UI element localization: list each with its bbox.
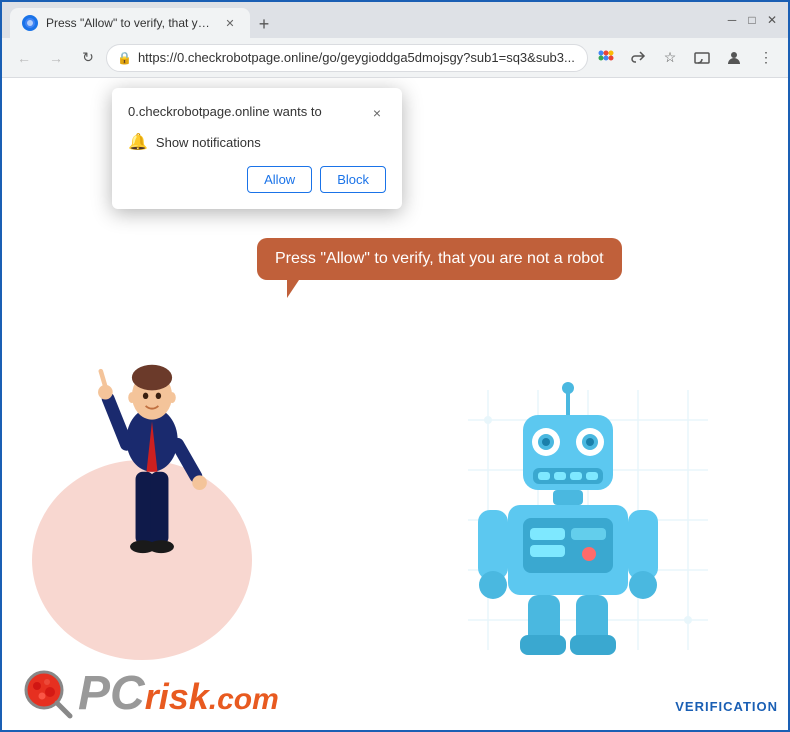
- tab-strip: Press "Allow" to verify, that you a... ✕…: [10, 2, 712, 38]
- tab-close-button[interactable]: ✕: [222, 15, 238, 31]
- speech-bubble: Press "Allow" to verify, that you are no…: [257, 238, 622, 280]
- back-button[interactable]: ←: [10, 44, 38, 72]
- browser-window: Press "Allow" to verify, that you a... ✕…: [2, 2, 788, 730]
- url-text: https://0.checkrobotpage.online/go/geygi…: [138, 50, 577, 65]
- refresh-button[interactable]: ↻: [74, 44, 102, 72]
- close-window-button[interactable]: ✕: [764, 12, 780, 28]
- verification-badge: VERIFICATION: [675, 699, 778, 714]
- menu-icon[interactable]: ⋮: [752, 44, 780, 72]
- new-tab-button[interactable]: +: [250, 10, 278, 38]
- bookmark-icon[interactable]: ☆: [656, 44, 684, 72]
- popup-close-button[interactable]: ×: [368, 104, 386, 122]
- pcrisk-logo-text: PCrisk.com: [78, 670, 279, 718]
- speech-text: Press "Allow" to verify, that you are no…: [275, 250, 604, 267]
- active-tab[interactable]: Press "Allow" to verify, that you a... ✕: [10, 8, 250, 38]
- pcrisk-risk-text: risk: [145, 679, 209, 715]
- cast-icon[interactable]: [688, 44, 716, 72]
- popup-notification-row: 🔔 Show notifications: [128, 132, 386, 152]
- person-illustration: [52, 330, 252, 650]
- browser-toolbar: ← → ↻ 🔒 https://0.checkrobotpage.online/…: [2, 38, 788, 78]
- profile-icon[interactable]: [720, 44, 748, 72]
- popup-header: 0.checkrobotpage.online wants to ×: [128, 104, 386, 122]
- tab-title: Press "Allow" to verify, that you a...: [46, 16, 214, 30]
- allow-button[interactable]: Allow: [247, 166, 312, 193]
- pcrisk-logo: PCrisk.com: [22, 668, 279, 720]
- maximize-button[interactable]: □: [744, 12, 760, 28]
- popup-buttons: Allow Block: [128, 166, 386, 193]
- forward-button[interactable]: →: [42, 44, 70, 72]
- block-button[interactable]: Block: [320, 166, 386, 193]
- robot-illustration: [468, 380, 668, 650]
- tab-favicon: [22, 15, 38, 31]
- pcrisk-pc-text: PC: [78, 670, 145, 718]
- title-bar: Press "Allow" to verify, that you a... ✕…: [2, 2, 788, 38]
- share-icon[interactable]: [624, 44, 652, 72]
- toolbar-actions: ☆ ⋮: [592, 44, 780, 72]
- google-apps-icon[interactable]: [592, 44, 620, 72]
- pcrisk-com-text: .com: [209, 685, 279, 715]
- lock-icon: 🔒: [117, 51, 132, 65]
- page-content: 0.checkrobotpage.online wants to × 🔔 Sho…: [2, 78, 788, 730]
- bell-icon: 🔔: [128, 132, 148, 152]
- popup-title: 0.checkrobotpage.online wants to: [128, 104, 322, 119]
- address-bar[interactable]: 🔒 https://0.checkrobotpage.online/go/gey…: [106, 44, 588, 72]
- pcrisk-magnifier-icon: [22, 668, 74, 720]
- window-controls: ─ □ ✕: [724, 12, 780, 28]
- minimize-button[interactable]: ─: [724, 12, 740, 28]
- popup-notification-text: Show notifications: [156, 135, 261, 150]
- notification-popup: 0.checkrobotpage.online wants to × 🔔 Sho…: [112, 88, 402, 209]
